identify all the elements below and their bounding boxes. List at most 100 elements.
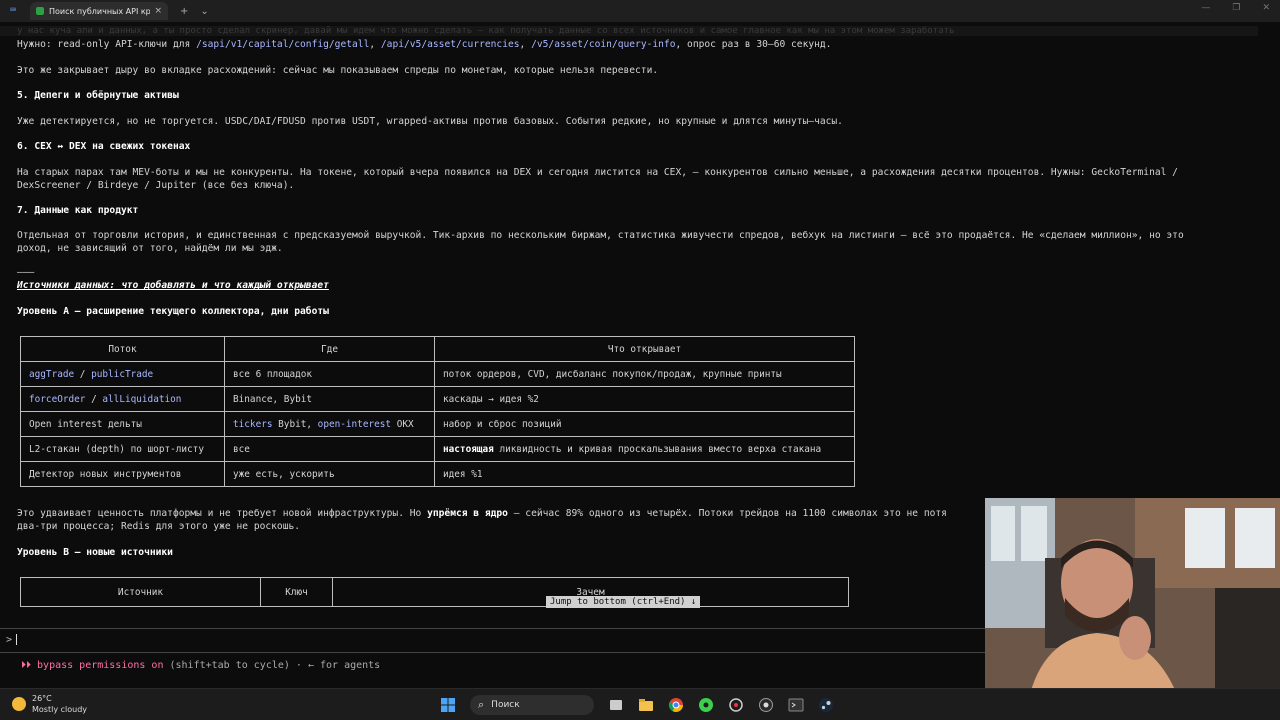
column-header: Ключ (260, 577, 333, 607)
search-label: Поиск (491, 700, 520, 710)
new-tab-button[interactable]: + (180, 6, 188, 17)
cell-text: ликвидность и кривая проскальзывания вме… (493, 443, 822, 455)
column-header: Где (224, 336, 435, 362)
tab-active[interactable]: Поиск публичных API кр × (30, 2, 168, 20)
paragraph: Это же закрывает дыру во вкладке расхожд… (17, 65, 659, 76)
jump-to-bottom-button[interactable]: Jump to bottom (ctrl+End) ↓ (546, 596, 701, 608)
terminal-app-icon: ⌨ (10, 5, 17, 16)
table-cell: Open interest дельты (20, 411, 225, 437)
table-cell: Binance, Bybit (224, 386, 435, 412)
paragraph: На старых парах там MEV-боты и мы не кон… (17, 167, 1178, 178)
weather-condition: Mostly cloudy (32, 705, 87, 714)
tab-title: Поиск публичных API кр (49, 6, 151, 16)
table-header-row: Поток Где Что открывает (20, 336, 855, 362)
table-cell: все 6 площадок (224, 361, 435, 387)
window-controls: — ❐ ✕ (1201, 3, 1270, 13)
table-row: aggTrade / publicTrade все 6 площадок по… (20, 361, 855, 387)
table-cell: настоящая ликвидность и кривая проскальз… (434, 436, 855, 462)
table-header-row: Источник Ключ Зачем (20, 577, 849, 607)
endpoint-code: /v5/asset/coin/query-info (531, 39, 676, 50)
tab-close-icon[interactable]: × (154, 6, 162, 16)
bold-text: упрёмся в ядро (427, 508, 508, 519)
need-suffix: , опрос раз в 30–60 секунд. (675, 39, 832, 50)
messenger-app-icon[interactable] (698, 697, 714, 713)
sep: , (369, 39, 381, 50)
prompt-divider (0, 628, 985, 629)
paragraph: Отдельная от торговли история, и единств… (17, 230, 1184, 241)
section-heading: 5. Депеги и обёрнутые активы (17, 90, 179, 101)
table-cell: все (224, 436, 435, 462)
level-b-heading: Уровень B — новые источники (17, 547, 173, 558)
table-cell: идея %1 (434, 461, 855, 487)
text-cursor (16, 634, 18, 645)
prompt-divider (0, 652, 985, 653)
tab-dropdown-icon[interactable]: ⌄ (200, 6, 208, 17)
weather-text: 26°C Mostly cloudy (32, 693, 87, 715)
stream-code: forceOrder (29, 393, 86, 405)
section-heading: 6. CEX ↔ DEX на свежих токенах (17, 141, 191, 152)
minimize-button[interactable]: — (1201, 3, 1210, 13)
prompt-symbol: > (6, 634, 13, 646)
text: — сейчас 89% одного из четырёх. Потоки т… (507, 508, 947, 519)
where-code: open-interest (317, 418, 392, 430)
permission-mode: bypass permissions on (37, 660, 164, 671)
app-icon[interactable] (728, 697, 744, 713)
table-row: Детектор новых инструментов уже есть, ус… (20, 461, 855, 487)
taskbar: 26°C Mostly cloudy ⌕ Поиск (0, 688, 1280, 720)
table-cell: поток ордеров, CVD, дисбаланс покупок/пр… (434, 361, 855, 387)
table-cell: forceOrder / allLiquidation (20, 386, 225, 412)
table-row: Open interest дельты tickers Bybit, open… (20, 411, 855, 437)
level-a-heading: Уровень A — расширение текущего коллекто… (17, 306, 329, 317)
sep: , (519, 39, 532, 50)
webcam-image (985, 498, 1280, 720)
column-header: Что открывает (434, 336, 855, 362)
endpoint-code: /api/v5/asset/currencies (380, 39, 520, 50)
windows-start-icon[interactable] (440, 697, 456, 713)
table-row: L2-стакан (depth) по шорт-листу все наст… (20, 436, 855, 462)
file-explorer-icon[interactable] (638, 697, 654, 713)
table-cell: набор и сброс позиций (434, 411, 855, 437)
where-text: Bybit, (272, 418, 318, 430)
sep: / (85, 393, 103, 405)
need-line: Нужно: read-only API-ключи для /sapi/v1/… (17, 38, 831, 51)
need-prefix: Нужно: read-only API-ключи для (17, 39, 197, 50)
table-cell: L2-стакан (depth) по шорт-листу (20, 436, 225, 462)
weather-widget[interactable]: 26°C Mostly cloudy (12, 693, 87, 715)
tab-favicon-icon (36, 7, 44, 15)
table-cell: каскады → идея %2 (434, 386, 855, 412)
stream-code: aggTrade (29, 368, 75, 380)
table-cell: уже есть, ускорить (224, 461, 435, 487)
sep: / (74, 368, 92, 380)
fast-forward-icon: ⏵⏵ (21, 660, 31, 671)
paragraph: Это удваивает ценность платформы и не тр… (17, 507, 947, 520)
maximize-button[interactable]: ❐ (1232, 3, 1240, 13)
table-cell: tickers Bybit, open-interest OKX (224, 411, 435, 437)
chrome-icon[interactable] (668, 697, 684, 713)
webcam-overlay (985, 498, 1280, 720)
terminal-icon[interactable] (788, 697, 804, 713)
close-window-button[interactable]: ✕ (1262, 3, 1270, 13)
browser-app-icon[interactable] (758, 697, 774, 713)
column-header: Поток (20, 336, 225, 362)
steam-icon[interactable] (818, 697, 834, 713)
table-cell: aggTrade / publicTrade (20, 361, 225, 387)
task-view-icon[interactable] (608, 697, 624, 713)
prompt-input[interactable]: > (6, 634, 18, 646)
column-header: Источник (20, 577, 261, 607)
previous-user-message: у нас куча апи и данных, а ты просто сде… (0, 26, 1258, 36)
text: Это удваивает ценность платформы и не тр… (17, 508, 428, 519)
taskbar-apps: ⌕ Поиск (440, 695, 834, 715)
endpoint-code: /sapi/v1/capital/config/getall (196, 39, 370, 50)
bold-text: настоящая (443, 443, 494, 455)
paragraph: два-три процесса; Redis для этого уже не… (17, 521, 301, 532)
search-icon: ⌕ (478, 698, 485, 711)
stream-code: allLiquidation (102, 393, 182, 405)
level-b-table: Источник Ключ Зачем (20, 577, 849, 607)
horizontal-rule: ——— (17, 267, 35, 278)
taskbar-search[interactable]: ⌕ Поиск (470, 695, 594, 715)
section-heading: 7. Данные как продукт (17, 205, 139, 216)
level-a-table: Поток Где Что открывает aggTrade / publi… (20, 336, 855, 487)
temperature: 26°C (32, 694, 52, 703)
paragraph: DexScreener / Birdeye / Jupiter (все без… (17, 180, 295, 191)
stream-code: publicTrade (91, 368, 154, 380)
